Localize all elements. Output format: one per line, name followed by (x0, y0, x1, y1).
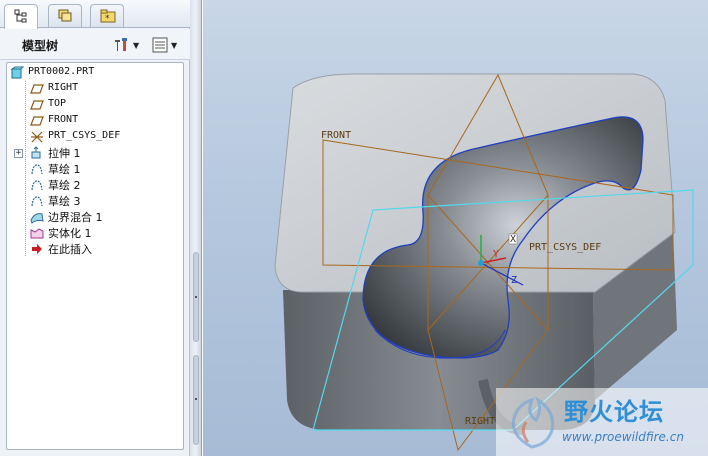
svg-text:Y: Y (493, 249, 499, 260)
model-tree: PRT0002.PRT RIGHT TOP FRONT PRT_CSYS_DEF… (6, 62, 184, 450)
panel-splitter[interactable] (190, 0, 202, 456)
label-front: FRONT (321, 130, 351, 141)
chevron-down-icon: ▼ (133, 40, 140, 50)
tree-item-front[interactable]: FRONT (7, 113, 183, 129)
svg-text:Z: Z (511, 275, 517, 286)
svg-text:*: * (105, 14, 110, 24)
folder-favorites-tab-icon: * (100, 9, 116, 24)
solidify-icon (30, 228, 44, 239)
tree-item-insert-here[interactable]: 在此插入 (7, 241, 183, 257)
tree-item-csys[interactable]: PRT_CSYS_DEF (7, 129, 183, 145)
model-tree-tab-icon (14, 9, 27, 23)
tree-item-extrude[interactable]: + 拉伸 1 (7, 145, 183, 161)
layers-tab-icon (58, 9, 72, 22)
datum-plane-icon (30, 100, 44, 110)
tree-show-button[interactable]: ▼ (152, 35, 177, 55)
label-right: RIGHT (465, 416, 495, 427)
tab-model-tree[interactable] (4, 4, 38, 29)
tab-layers[interactable] (48, 4, 82, 27)
sketch-icon (31, 180, 43, 191)
tree-item-right[interactable]: RIGHT (7, 81, 183, 97)
tree-item-boundary-blend[interactable]: 边界混合 1 (7, 209, 183, 225)
tools-icon (115, 38, 127, 51)
flame-logo (511, 396, 555, 449)
tree-item-top[interactable]: TOP (7, 97, 183, 113)
datum-plane-icon (30, 116, 44, 126)
label-csys: PRT_CSYS_DEF (529, 242, 601, 253)
splitter-grip-lower[interactable] (193, 355, 199, 445)
tree-item-sketch-2[interactable]: 草绘 2 (7, 177, 183, 193)
tree-item-sketch-3[interactable]: 草绘 3 (7, 193, 183, 209)
model-tree-header: 模型树 ▼ ▼ (0, 29, 190, 60)
model-tree-title: 模型树 (22, 39, 59, 53)
graphics-window[interactable]: X Y Z FRONT PRT_CSYS_DEF RIGHT 野火论坛 www.… (203, 0, 708, 456)
part-icon (10, 66, 24, 79)
tab-folder-browser[interactable]: * (90, 4, 124, 27)
tree-item-sketch-1[interactable]: 草绘 1 (7, 161, 183, 177)
forum-watermark: 野火论坛 www.proewildfire.cn (496, 388, 708, 456)
model-tree-panel: * 模型树 ▼ ▼ PRT0002.PRT RIGHT TOP FRONT PR… (0, 0, 190, 456)
svg-text:X: X (510, 234, 516, 245)
expand-toggle[interactable]: + (14, 149, 23, 158)
chevron-down-icon: ▼ (171, 40, 178, 50)
boundary-blend-icon (30, 213, 44, 224)
sketch-icon (31, 164, 43, 175)
insert-here-arrow-icon (32, 244, 42, 254)
tree-settings-button[interactable]: ▼ (113, 35, 139, 55)
tree-item-solidify[interactable]: 实体化 1 (7, 225, 183, 241)
datum-plane-icon (30, 84, 44, 94)
watermark-url: www.proewildfire.cn (562, 430, 684, 444)
navigator-tabstrip: * (0, 0, 190, 29)
extrude-icon (31, 146, 41, 159)
tree-columns-icon (152, 37, 168, 53)
sketch-icon (31, 196, 43, 207)
tree-item-root[interactable]: PRT0002.PRT (7, 65, 183, 81)
coordinate-system-icon (31, 131, 43, 143)
watermark-title: 野火论坛 (564, 398, 664, 426)
